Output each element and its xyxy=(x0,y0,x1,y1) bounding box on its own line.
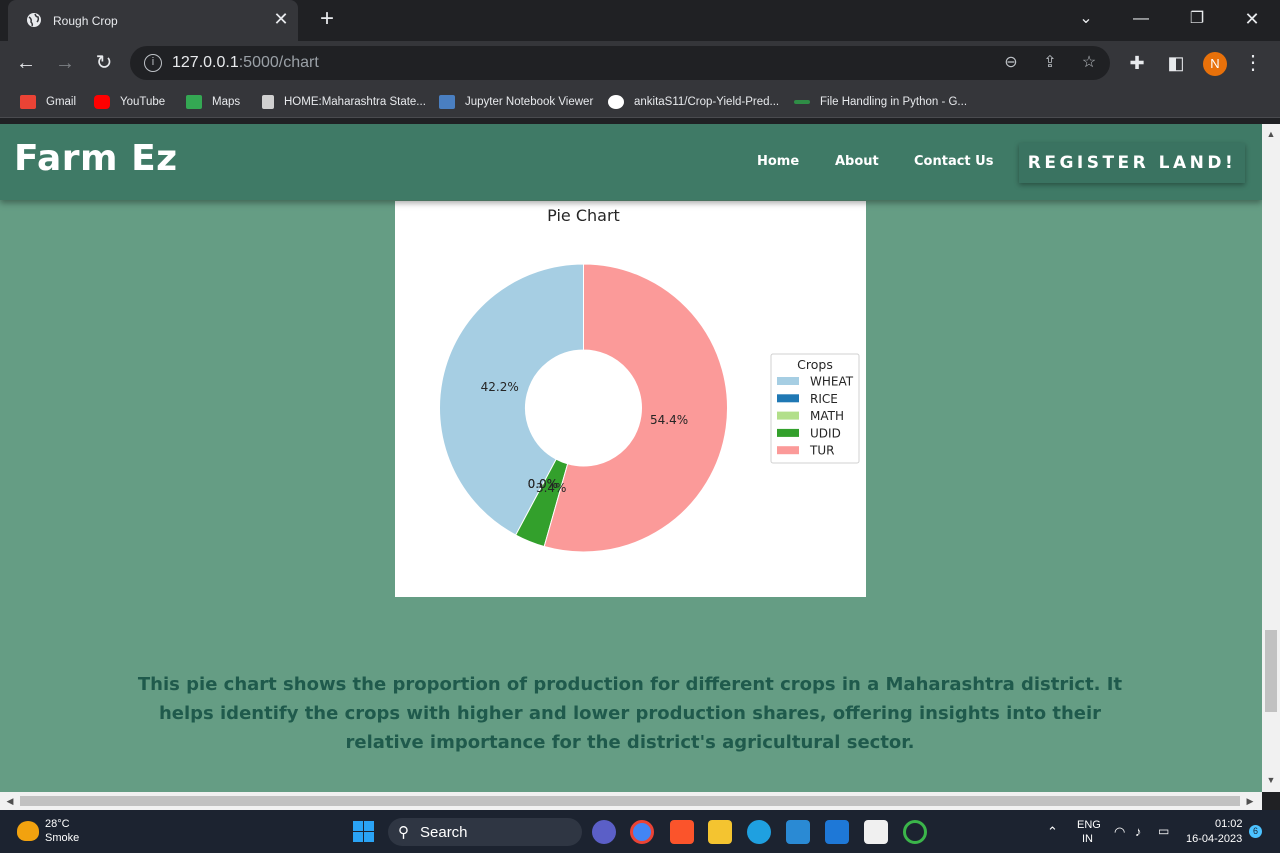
legend-swatch-rice xyxy=(777,394,799,403)
taskbar-search[interactable]: ⚲ Search xyxy=(388,818,582,846)
chrome-icon[interactable] xyxy=(630,820,654,844)
pie-chart: Pie Chart 42.2%0.0%0.0%3.4%54.4% Crops W… xyxy=(439,206,860,553)
reload-icon[interactable]: ↻ xyxy=(92,51,116,75)
page-viewport: Farm Ez Home About Contact Us REGISTER L… xyxy=(0,124,1262,792)
windows-start-icon[interactable] xyxy=(353,821,374,842)
tab-title: Rough Crop xyxy=(53,14,118,28)
legend-swatch-math xyxy=(777,411,799,420)
restore-icon[interactable]: ❐ xyxy=(1185,8,1209,30)
chart-card: Pie Chart 42.2% 0.0% 0.0% 3.4% 54.4% Crops W… xyxy=(395,201,866,597)
bookmark-maharashtra[interactable]: HOME:Maharashtra State... xyxy=(262,93,426,111)
chevron-up-icon[interactable]: ⌃ xyxy=(1047,824,1058,840)
horizontal-scroll-thumb[interactable] xyxy=(20,796,1240,806)
notification-badge[interactable]: 6 xyxy=(1249,825,1262,838)
bookmark-jupyter[interactable]: Jupyter Notebook Viewer xyxy=(439,93,593,111)
wifi-icon[interactable]: ◠ xyxy=(1114,824,1125,840)
jupyter-icon xyxy=(439,94,455,109)
nav-about[interactable]: About xyxy=(835,154,879,169)
nav-contact[interactable]: Contact Us xyxy=(914,154,993,169)
legend-title: Crops xyxy=(797,357,833,372)
scroll-left-icon[interactable]: ◀ xyxy=(4,795,16,807)
share-icon[interactable]: ⇪ xyxy=(1040,53,1060,73)
mail-icon[interactable] xyxy=(825,820,849,844)
scroll-up-icon[interactable]: ▲ xyxy=(1265,128,1277,140)
document-icon xyxy=(262,94,274,109)
bookmark-youtube[interactable]: YouTube xyxy=(94,93,165,111)
clock-date[interactable]: 16-04-2023 xyxy=(1186,833,1242,845)
new-tab-icon[interactable]: + xyxy=(316,7,338,31)
bookmark-star-icon[interactable]: ☆ xyxy=(1079,53,1099,73)
bookmark-gmail[interactable]: Gmail xyxy=(20,93,76,111)
chart-legend: Crops WHEAT RICE MATH UDID TUR xyxy=(770,353,860,464)
battery-icon[interactable]: ▭ xyxy=(1158,824,1169,838)
bookmark-maps[interactable]: Maps xyxy=(186,93,240,111)
store-icon[interactable] xyxy=(864,820,888,844)
menu-icon[interactable]: ⋮ xyxy=(1241,51,1265,75)
legend-swatch-tur xyxy=(777,446,799,455)
slice-label-udid: 3.4% xyxy=(536,481,567,495)
close-tab-icon[interactable]: ✕ xyxy=(272,10,290,28)
weather-condition: Smoke xyxy=(45,832,80,844)
extensions-icon[interactable]: ✚ xyxy=(1125,51,1149,75)
language-bottom[interactable]: IN xyxy=(1082,833,1093,845)
side-panel-icon[interactable]: ◧ xyxy=(1164,51,1188,75)
legend-label-rice: RICE xyxy=(810,392,838,406)
forward-icon[interactable]: → xyxy=(53,51,77,75)
slice-label-wheat: 42.2% xyxy=(481,380,519,394)
weather-sun-icon xyxy=(17,821,39,841)
edge-icon[interactable] xyxy=(747,820,771,844)
chevron-down-icon[interactable]: ⌄ xyxy=(1074,8,1098,30)
register-land-button[interactable]: REGISTER LAND! xyxy=(1019,143,1245,183)
github-icon xyxy=(608,94,624,109)
legend-label-wheat: WHEAT xyxy=(810,375,854,389)
legend-label-udid: UDID xyxy=(810,426,841,440)
vscode-icon[interactable] xyxy=(786,820,810,844)
search-icon: ⚲ xyxy=(398,824,409,841)
zoom-out-icon[interactable]: ⊖ xyxy=(1001,53,1021,73)
bookmark-github[interactable]: ankitaS11/Crop-Yield-Pred... xyxy=(608,93,779,111)
volume-icon[interactable]: ♪ xyxy=(1135,824,1142,839)
vertical-scroll-thumb[interactable] xyxy=(1265,630,1277,712)
scroll-right-icon[interactable]: ▶ xyxy=(1244,795,1256,807)
language-top[interactable]: ENG xyxy=(1077,819,1101,831)
nav-home[interactable]: Home xyxy=(757,154,799,169)
weather-temperature: 28°C xyxy=(45,818,70,830)
profile-avatar[interactable]: N xyxy=(1203,52,1227,76)
legend-swatch-wheat xyxy=(777,377,799,385)
maps-icon xyxy=(186,94,202,109)
vertical-scrollbar[interactable]: ▲ ▼ xyxy=(1262,124,1280,792)
browser-tab[interactable]: Rough Crop ✕ xyxy=(8,0,298,41)
slice-label-tur: 54.4% xyxy=(650,413,688,427)
gfg-icon xyxy=(794,99,810,104)
gmail-icon xyxy=(20,94,36,109)
brave-icon[interactable] xyxy=(670,820,694,844)
site-info-icon[interactable]: i xyxy=(144,54,162,72)
youtube-icon xyxy=(94,94,110,109)
meet-icon[interactable] xyxy=(592,820,616,844)
browser-tab-bar: Rough Crop ✕ + ⌄ — ❐ ✕ xyxy=(0,0,1280,41)
legend-label-math: MATH xyxy=(810,409,844,423)
close-window-icon[interactable]: ✕ xyxy=(1240,8,1264,30)
bookmarks-bar: Gmail YouTube Maps HOME:Maharashtra Stat… xyxy=(0,85,1280,118)
horizontal-scrollbar[interactable]: ◀ ▶ xyxy=(0,792,1262,810)
address-bar[interactable]: i 127.0.0.1:5000/chart ⊖ ⇪ ☆ xyxy=(130,46,1110,80)
legend-swatch-udid xyxy=(777,428,799,437)
taskbar-search-label: Search xyxy=(420,824,468,841)
bookmark-gfg[interactable]: File Handling in Python - G... xyxy=(794,93,967,111)
back-icon[interactable]: ← xyxy=(14,51,38,75)
browser-toolbar: ← → ↻ i 127.0.0.1:5000/chart ⊖ ⇪ ☆ ✚ ◧ N… xyxy=(0,41,1280,85)
chart-description: This pie chart shows the proportion of p… xyxy=(137,674,1123,753)
minimize-icon[interactable]: — xyxy=(1129,8,1153,30)
site-navbar: Farm Ez Home About Contact Us REGISTER L… xyxy=(0,124,1262,200)
site-logo[interactable]: Farm Ez xyxy=(14,138,178,179)
clock-time[interactable]: 01:02 xyxy=(1215,818,1243,830)
app-ring-icon[interactable] xyxy=(903,820,927,844)
file-explorer-icon[interactable] xyxy=(708,820,732,844)
url-text[interactable]: 127.0.0.1:5000/chart xyxy=(172,54,319,72)
scroll-down-icon[interactable]: ▼ xyxy=(1265,774,1277,786)
chart-title: Pie Chart xyxy=(547,206,620,225)
windows-taskbar: 28°C Smoke ⚲ Search ⌃ ENG IN ◠ ♪ ▭ 01:02… xyxy=(0,810,1280,853)
legend-label-tur: TUR xyxy=(809,444,834,458)
globe-icon xyxy=(27,13,41,27)
